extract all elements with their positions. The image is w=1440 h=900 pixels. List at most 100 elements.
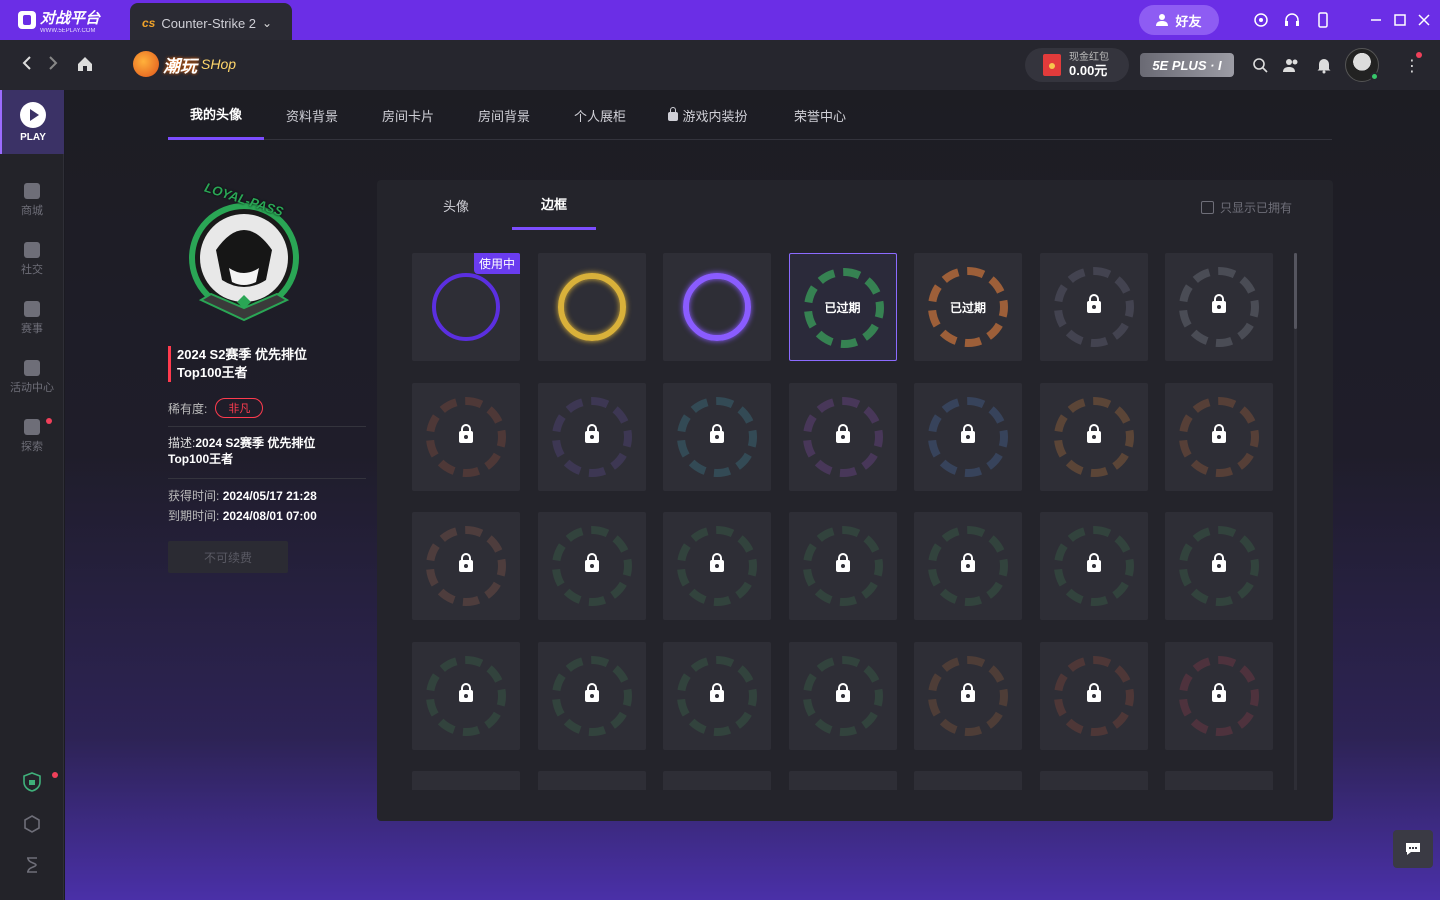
tab-honor[interactable]: 荣誉中心 [768,90,872,140]
title-bar: 对战平台 WWW.5EPLAY.COM cs Counter-Strike 2 … [0,0,1440,43]
game-tab[interactable]: cs Counter-Strike 2 ⌄ [130,3,292,43]
scrollbar-thumb[interactable] [1294,253,1297,329]
frame-cell[interactable] [788,382,897,491]
cube-icon[interactable] [22,814,42,834]
minimize-icon[interactable] [1367,11,1385,29]
hourglass-icon[interactable] [22,855,42,875]
frame-cell[interactable] [1039,512,1148,620]
frame-cell[interactable] [1039,382,1148,491]
frame-cell[interactable] [1039,253,1148,361]
friends-list-icon[interactable] [1282,56,1300,74]
frame-cell[interactable]: 使用中 [412,253,520,361]
subtab-frame[interactable]: 边框 [512,180,596,230]
frame-cell[interactable] [788,641,897,750]
frame-cell[interactable] [788,771,897,790]
frame-cell[interactable] [914,512,1022,620]
frame-ring [683,273,751,341]
more-menu-icon[interactable]: ⋮ [1402,52,1422,76]
lock-icon [961,682,975,702]
frame-cell[interactable] [788,512,897,620]
cs-logo-icon: cs [142,16,156,30]
frame-cell[interactable] [537,641,646,750]
frame-cell[interactable]: 已过期 [788,253,897,361]
play-icon [20,101,46,128]
frame-cell[interactable] [663,512,771,620]
headset-icon[interactable] [1283,11,1301,29]
avatar[interactable] [1345,48,1379,82]
frame-cell[interactable] [1165,771,1273,790]
expire-time: 到期时间: 2024/08/01 07:00 [168,509,317,523]
chat-float-button[interactable] [1393,830,1433,868]
lock-icon [1086,682,1101,702]
sidebar-item-activity[interactable]: 活动中心 [0,353,64,401]
mobile-icon[interactable] [1314,11,1332,29]
lock-icon [710,423,724,443]
renew-button: 不可续费 [168,541,288,573]
lock-icon [584,682,599,702]
message-icon [1406,843,1420,855]
frame-cell[interactable] [914,641,1022,750]
lock-icon [1212,423,1226,443]
app-logo[interactable]: 对战平台 WWW.5EPLAY.COM [0,0,130,40]
expired-label: 已过期 [949,300,986,315]
frame-cell[interactable] [1165,253,1273,361]
frame-cell[interactable] [1165,512,1273,620]
frame-cell[interactable] [663,382,771,491]
notification-dot [52,772,58,778]
bell-icon[interactable] [1315,56,1333,74]
checkbox-icon [1201,201,1214,214]
frame-cell[interactable] [1039,771,1148,790]
back-arrow-icon[interactable] [20,54,34,77]
scrollbar[interactable] [1294,253,1297,790]
plus-badge[interactable]: 5E PLUS · I [1140,53,1234,77]
tab-room-bg[interactable]: 房间背景 [456,90,552,140]
frame-cell[interactable] [412,512,520,620]
frame-cell[interactable] [537,253,646,361]
frame-cell[interactable]: 已过期 [914,253,1022,361]
wallet-button[interactable]: 现金红包 0.00元 [1025,48,1129,82]
tab-showcase[interactable]: 个人展柜 [552,90,648,140]
tab-avatar[interactable]: 我的头像 [168,90,264,140]
tab-ingame-skin[interactable]: 游戏内装扮 [648,90,768,140]
game-tab-label: Counter-Strike 2 [161,15,257,31]
target-icon[interactable] [1252,11,1270,29]
tab-profile-bg[interactable]: 资料背景 [264,90,360,140]
frame-cell[interactable] [1039,641,1148,750]
frame-cell[interactable] [1165,641,1273,750]
tab-room-card[interactable]: 房间卡片 [360,90,456,140]
frame-panel: 头像 边框 只显示已拥有 使用中 已过期 已过期 [377,180,1333,821]
subtab-avatar[interactable]: 头像 [424,180,488,230]
frame-cell[interactable] [412,382,520,491]
owned-only-checkbox[interactable]: 只显示已拥有 [1201,199,1292,216]
frame-cell[interactable] [537,382,646,491]
frame-cell[interactable] [537,771,646,790]
sidebar-item-explore[interactable]: 探索 [0,412,64,460]
notification-dot [1416,52,1422,58]
close-icon[interactable] [1415,11,1433,29]
frame-ring [432,273,500,341]
home-icon[interactable] [76,55,94,73]
frame-cell[interactable] [1165,382,1273,491]
shop-logo[interactable]: 潮玩 SHop [133,44,281,84]
frame-cell[interactable] [914,771,1022,790]
play-button[interactable]: PLAY [0,90,64,154]
friends-button[interactable]: 好友 [1139,5,1219,35]
frame-cell[interactable] [663,771,771,790]
frame-cell[interactable] [663,253,771,361]
sidebar-item-events[interactable]: 赛事 [0,294,64,342]
shield-icon[interactable] [22,772,58,792]
frame-cell[interactable] [914,382,1022,491]
frame-cell[interactable] [537,512,646,620]
maximize-icon[interactable] [1391,11,1409,29]
lock-icon [710,553,724,572]
frame-ring [557,273,626,341]
frame-cell[interactable] [412,771,520,790]
search-icon[interactable] [1251,56,1269,74]
forward-arrow-icon[interactable] [46,54,60,77]
sidebar-item-shop[interactable]: 商城 [0,176,64,224]
frame-cell[interactable] [412,641,520,750]
frame-cell[interactable] [663,641,771,750]
sidebar-item-social[interactable]: 社交 [0,235,64,283]
rarity-row: 稀有度: 非凡 [168,398,264,418]
lock-icon [584,423,599,443]
